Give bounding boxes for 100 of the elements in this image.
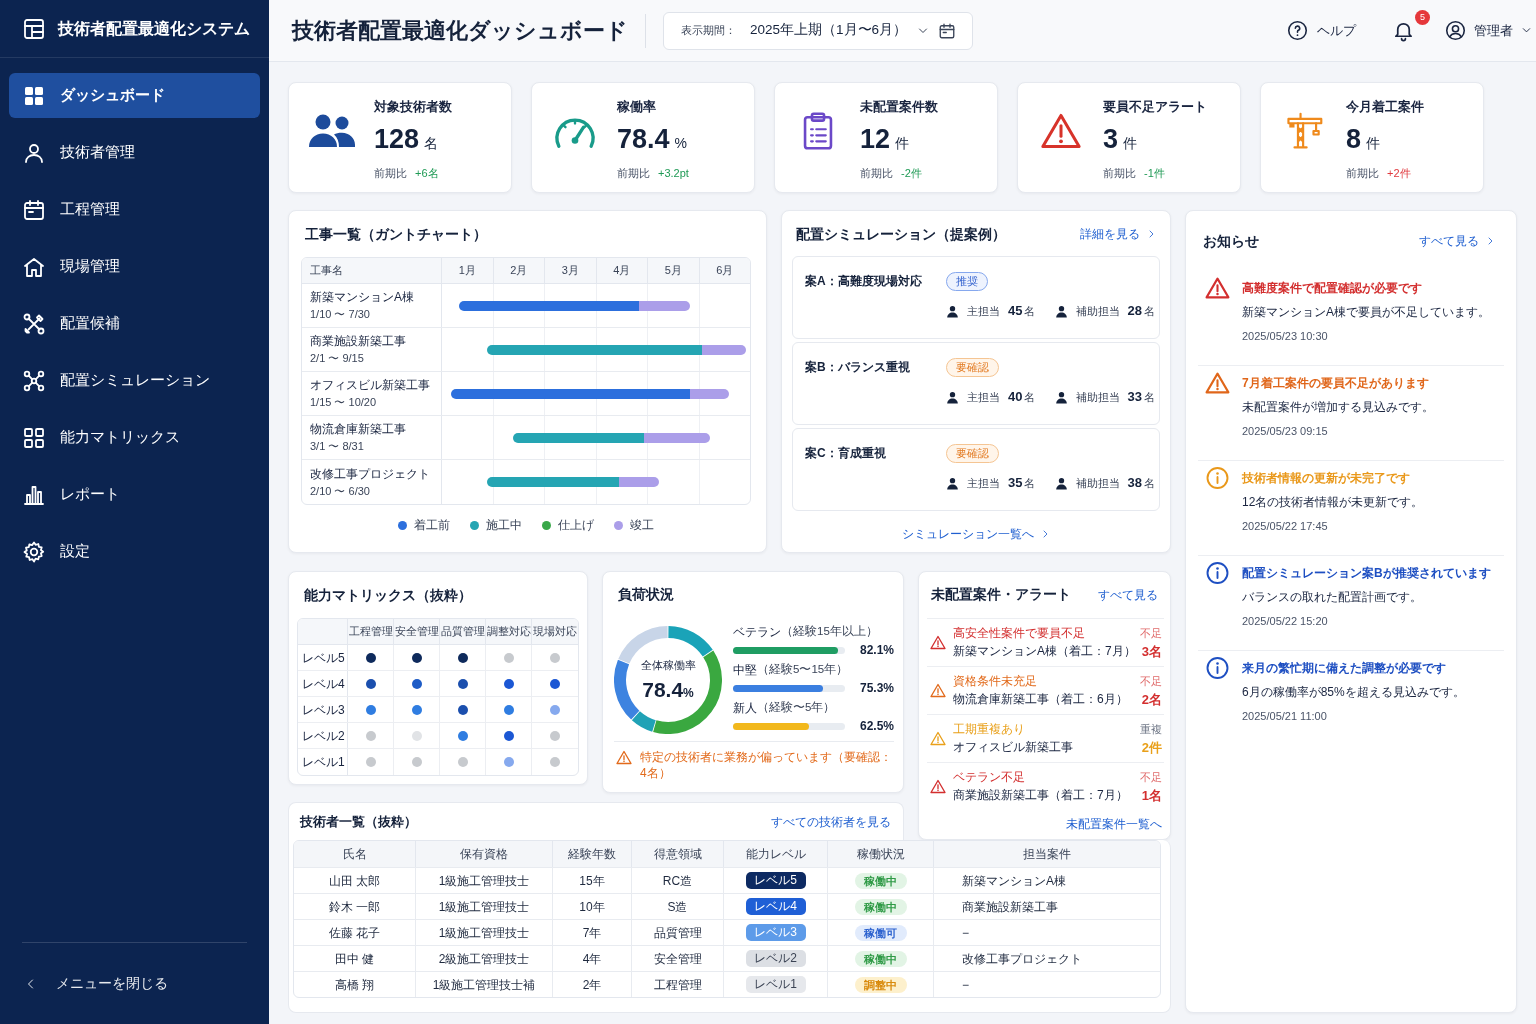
technician-name: 佐藤 花子 [294, 919, 416, 945]
warning-icon [1205, 371, 1230, 395]
plan-name: 案B：バランス重視 [805, 359, 911, 376]
skill-level-badge: レベル4 [745, 898, 806, 915]
warning-icon [930, 635, 946, 650]
warning-icon [930, 731, 946, 746]
staff-role: 補助担当 [1075, 303, 1120, 319]
user-menu[interactable]: 管理者 [1445, 20, 1532, 41]
alert-project: 商業施設新築工事（着工：7月） [953, 787, 1129, 804]
license: 1級施工管理技士 [416, 893, 553, 919]
nav-item[interactable]: 配置候補 [9, 301, 260, 346]
experience-years: 4年 [553, 945, 632, 971]
project-dates: 1/10 〜 7/30 [310, 307, 371, 322]
view-all-technicians-link[interactable]: すべての技術者を見る [771, 812, 891, 831]
view-all-link[interactable]: すべて見る [1098, 586, 1158, 604]
alert-count: 1名 [1141, 787, 1162, 804]
plan-badge: 推奨 [946, 271, 988, 291]
assigned-project: 改修工事プロジェクト [934, 945, 1160, 971]
row-header: レベル1 [298, 749, 348, 775]
project-name: 新築マンションA棟 [310, 289, 415, 306]
load-group-label: ベテラン [733, 623, 781, 641]
people-icon [308, 112, 356, 150]
column-header: 現場対応 [532, 624, 578, 640]
simulation-list-link[interactable]: シミュレーション一覧へ [902, 525, 1050, 543]
column-header: 1月 [442, 258, 494, 283]
card-title: 負荷状況 [618, 585, 675, 603]
grid-icon [22, 425, 46, 450]
project-dates: 1/15 〜 10/20 [310, 395, 378, 410]
kpi-unit: 名 [424, 134, 439, 153]
assigned-project: − [934, 919, 1160, 945]
alert-tag: 不足 [1140, 673, 1162, 690]
calendar-icon [22, 197, 46, 222]
row-header: レベル4 [298, 671, 348, 696]
info-icon [1205, 656, 1230, 680]
column-header: 工程管理 [348, 619, 394, 644]
staff-count: 45 [1008, 302, 1023, 321]
experience-years: 10年 [553, 893, 632, 919]
specialty: RC造 [632, 867, 724, 893]
comparison-label: 前期比 [1103, 165, 1136, 181]
column-header: 4月 [596, 258, 648, 283]
staff-role: 主担当 [967, 389, 1000, 405]
status-badge: 調整中 [854, 976, 907, 993]
column-header: 5月 [648, 258, 700, 283]
nav-item[interactable]: レポート [9, 472, 260, 517]
staff-unit: 名 [1024, 475, 1036, 491]
nav-item[interactable]: ダッシュボード [9, 73, 260, 118]
staff-unit: 名 [1144, 475, 1155, 491]
nav-item[interactable]: 現場管理 [9, 244, 260, 289]
load-group-label: 中堅 [733, 661, 757, 679]
comparison-label: 前期比 [1346, 165, 1379, 181]
technician-name: 山田 太郎 [294, 867, 416, 893]
staff-count: 40 [1008, 388, 1023, 407]
nav-item[interactable]: 設定 [9, 529, 260, 574]
donut-unit: % [683, 685, 694, 702]
skill-level-badge: レベル5 [745, 872, 806, 889]
column-header: 能力レベル [724, 841, 828, 867]
notice-title: 7月着工案件の要員不足があります [1242, 375, 1430, 392]
kpi-unit: 件 [1123, 134, 1138, 153]
notice-time: 2025/05/23 10:30 [1242, 329, 1329, 344]
chevron-right-icon [1041, 529, 1050, 539]
load-reading: 82.1% [859, 642, 894, 659]
logo-icon [22, 16, 46, 41]
row-header: レベル5 [298, 645, 348, 670]
alert-tag: 重複 [1140, 721, 1162, 738]
collapse-menu-button[interactable]: メニューを閉じる [22, 973, 168, 994]
info-icon [1205, 466, 1230, 490]
app-title: 技術者配置最適化システム [58, 18, 250, 39]
calendar-icon [938, 21, 956, 40]
column-header: 6月 [715, 263, 735, 279]
column-header: 3月 [545, 258, 597, 283]
notice-time: 2025/05/21 11:00 [1242, 709, 1328, 724]
help-button[interactable]: ヘルプ [1287, 20, 1356, 41]
staff-role: 主担当 [967, 475, 1000, 491]
kpi-unit: % [674, 134, 687, 153]
column-header: 2月 [493, 258, 545, 283]
load-group-note: （経験〜5年） [757, 699, 836, 715]
notice-title: 技術者情報の更新が未完了です [1242, 470, 1411, 487]
view-details-link[interactable]: 詳細を見る [1080, 225, 1156, 243]
alert-title: 工期重複あり [953, 721, 1026, 738]
nav-item[interactable]: 工程管理 [9, 187, 260, 232]
alert-count: 2件 [1141, 739, 1162, 756]
project-dates: 3/1 〜 8/31 [310, 439, 365, 454]
kpi-delta: -1件 [1144, 165, 1165, 181]
nav-item[interactable]: 技術者管理 [9, 130, 260, 175]
staff-role: 補助担当 [1075, 475, 1120, 491]
kpi-unit: 件 [1366, 134, 1381, 153]
status-badge: 稼働中 [854, 872, 907, 889]
period-selector[interactable]: 表示期間： 2025年上期（1月〜6月） [663, 11, 973, 50]
unassigned-list-link[interactable]: 未配置案件一覧へ [1066, 815, 1162, 833]
assigned-project: 新築マンションA棟 [934, 867, 1160, 893]
nav-item[interactable]: 配置シミュレーション [9, 358, 260, 403]
view-all-link[interactable]: すべて見る [1419, 232, 1495, 250]
donut-center-label: 全体稼働率 [640, 658, 696, 674]
load-reading: 62.5% [859, 718, 894, 735]
notice-time: 2025/05/22 17:45 [1242, 519, 1329, 534]
specialty: S造 [632, 893, 724, 919]
staff-count: 33 [1127, 388, 1142, 407]
nav-item[interactable]: 能力マトリックス [9, 415, 260, 460]
specialty: 工程管理 [632, 971, 724, 997]
status-badge: 稼働中 [854, 898, 907, 915]
